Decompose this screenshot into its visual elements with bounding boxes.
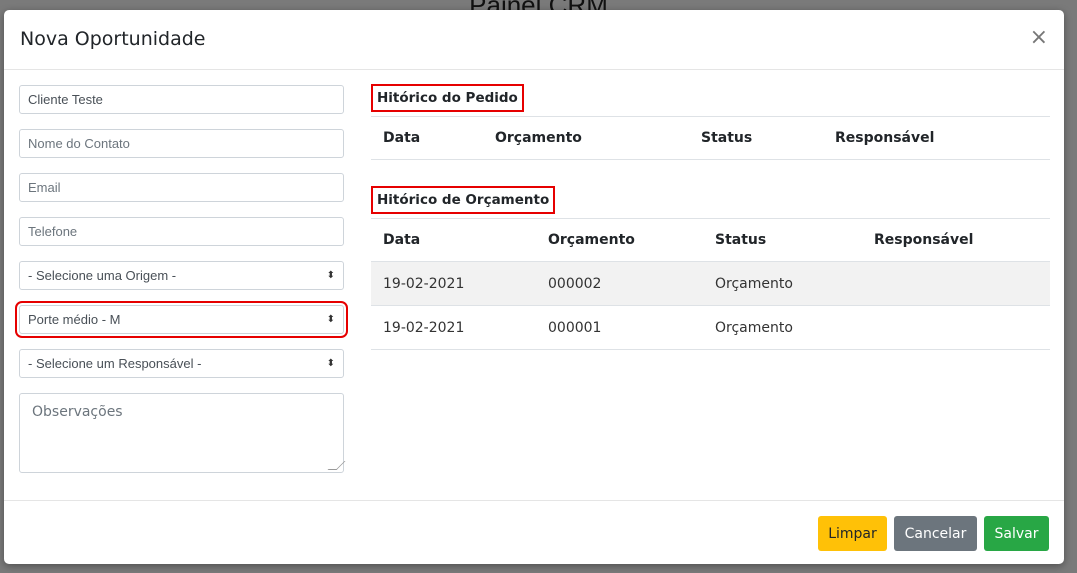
- opportunity-form: Cliente Teste Nome do Contato Email Tele…: [15, 85, 348, 473]
- company-size-select[interactable]: Porte médio - M ⬍: [15, 301, 348, 338]
- cell-status: Orçamento: [703, 305, 862, 350]
- close-icon[interactable]: ×: [1030, 27, 1048, 49]
- sort-caret-icon: ⬍: [326, 270, 335, 281]
- column-header: Data: [371, 218, 536, 262]
- table-row[interactable]: 19-02-2021 000002 Orçamento: [371, 261, 1050, 306]
- cell-date: 19-02-2021: [371, 305, 536, 350]
- history-panel: Hitórico do Pedido Data Orçamento Status…: [371, 84, 1050, 350]
- save-button[interactable]: Salvar: [984, 516, 1049, 551]
- notes-textarea[interactable]: Observações: [19, 393, 346, 473]
- cancel-button[interactable]: Cancelar: [894, 516, 977, 551]
- modal-title: Nova Oportunidade: [20, 28, 206, 50]
- column-header: Responsável: [862, 218, 1050, 262]
- cell-responsible: [862, 305, 1050, 350]
- column-header: Status: [689, 116, 823, 160]
- contact-name-input[interactable]: Nome do Contato: [19, 129, 344, 158]
- modal-header: Nova Oportunidade ×: [4, 10, 1064, 70]
- cell-quote: 000001: [536, 305, 703, 350]
- quote-history-table: Data Orçamento Status Responsável 19-02-…: [371, 218, 1050, 350]
- table-row[interactable]: 19-02-2021 000001 Orçamento: [371, 305, 1050, 350]
- client-input[interactable]: Cliente Teste: [19, 85, 344, 114]
- order-history-title: Hitórico do Pedido: [371, 84, 524, 112]
- sort-caret-icon: ⬍: [326, 314, 335, 325]
- order-history-table: Data Orçamento Status Responsável: [371, 116, 1050, 160]
- modal-footer: Limpar Cancelar Salvar: [4, 500, 1064, 564]
- column-header: Data: [371, 116, 483, 160]
- table-header-row: Data Orçamento Status Responsável: [371, 218, 1050, 262]
- new-opportunity-modal: Nova Oportunidade × Cliente Teste Nome d…: [4, 10, 1064, 564]
- phone-input[interactable]: Telefone: [19, 217, 344, 246]
- cell-status: Orçamento: [703, 261, 862, 306]
- cell-responsible: [862, 261, 1050, 306]
- table-header-row: Data Orçamento Status Responsável: [371, 116, 1050, 160]
- column-header: Orçamento: [536, 218, 703, 262]
- notes-placeholder: Observações: [32, 404, 123, 420]
- column-header: Status: [703, 218, 862, 262]
- cell-quote: 000002: [536, 261, 703, 306]
- origin-select[interactable]: - Selecione uma Origem - ⬍: [19, 261, 344, 290]
- responsible-select-value: - Selecione um Responsável -: [28, 356, 202, 371]
- cell-date: 19-02-2021: [371, 261, 536, 306]
- clear-button[interactable]: Limpar: [818, 516, 887, 551]
- resize-grip-icon[interactable]: [327, 461, 346, 470]
- origin-select-value: - Selecione uma Origem -: [28, 268, 177, 283]
- column-header: Responsável: [823, 116, 1050, 160]
- email-input[interactable]: Email: [19, 173, 344, 202]
- modal-body: Cliente Teste Nome do Contato Email Tele…: [4, 70, 1064, 500]
- column-header: Orçamento: [483, 116, 689, 160]
- sort-caret-icon: ⬍: [326, 358, 335, 369]
- quote-history-title: Hitórico de Orçamento: [371, 186, 556, 214]
- responsible-select[interactable]: - Selecione um Responsável - ⬍: [19, 349, 344, 378]
- company-size-select-value: Porte médio - M: [28, 312, 121, 327]
